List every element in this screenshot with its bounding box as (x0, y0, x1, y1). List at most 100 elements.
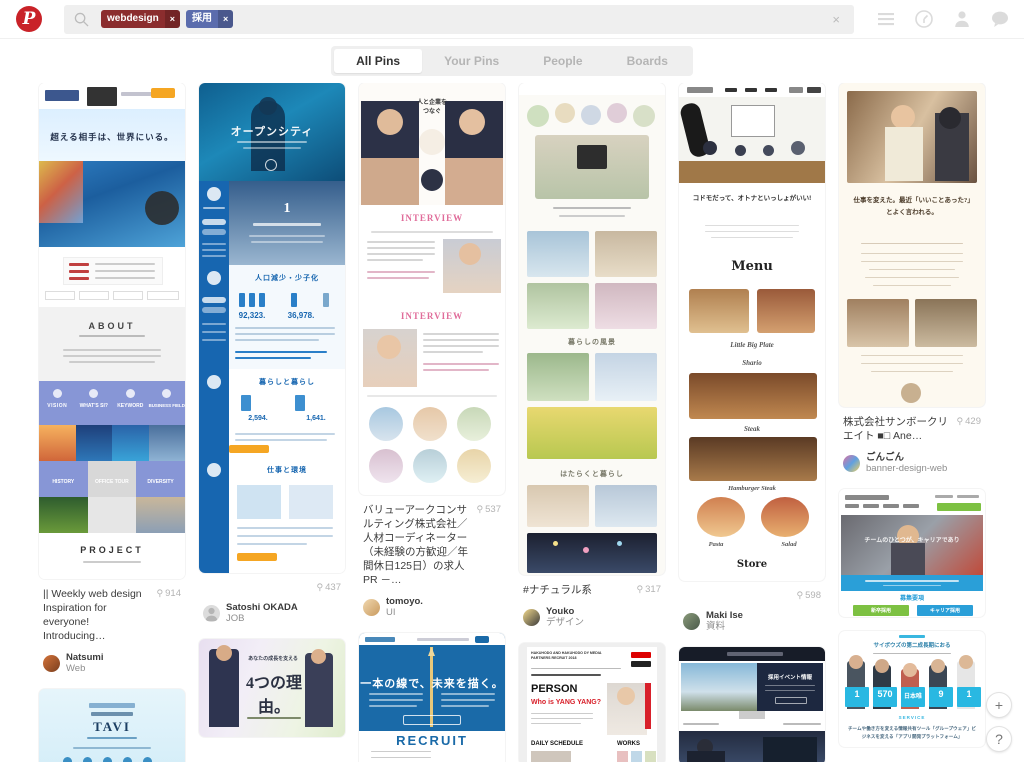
pin-user[interactable]: Satoshi OKADA JOB (203, 602, 341, 625)
pin-headline: 4つの理由。 (245, 675, 302, 716)
pin-section-label: 暮らしの風景 (568, 339, 616, 346)
brand-line: HAKUHODO AND HAKUHODO DY MEDIA PARTNERS … (531, 651, 602, 660)
pin-image[interactable]: 一本の線で、未来を描く。 RECRUIT (359, 633, 505, 762)
pin-column-2: オープンシティ 1 人口減少・少子化 92,323. 36,978. 暮らしと暮… (199, 83, 345, 751)
pin-section-label: 暮らしと暮らし (259, 379, 315, 386)
pin-user[interactable]: Youko デザイン (523, 606, 661, 629)
pin-image[interactable]: あなたの成長を支える 4つの理由。 (199, 639, 345, 737)
pin-user[interactable]: tomoyo. UI (363, 596, 501, 619)
tile-label-history: HISTORY (52, 479, 75, 485)
hamburger-menu-icon[interactable] (876, 9, 896, 29)
pin-headline: オープンシティ (230, 126, 314, 138)
search-tag-remove-icon[interactable]: × (164, 10, 180, 28)
stat-number-3: 9 (938, 689, 944, 699)
compass-icon[interactable] (914, 9, 934, 29)
cta-label-1: キャリア採用 (929, 608, 960, 614)
pin-user-name: Natsumi (66, 652, 104, 663)
pin-card: あなたの成長を支える 4つの理由。 (199, 639, 345, 737)
pin-image[interactable]: 暮らしの風景 はたらくと暮らし (519, 83, 665, 575)
tab-all-pins[interactable]: All Pins (334, 49, 423, 73)
pin-section-label: Menu (731, 259, 773, 274)
pin-headline: コドモだって、オトナといっしょがいい! (692, 195, 812, 202)
pin-image[interactable]: サイボウズの第二成長期におる 1 570 日本唯 9 1 SERVICE チーム… (839, 631, 985, 747)
pin-user[interactable]: ごんごん banner-design-web (843, 452, 981, 475)
search-bar[interactable]: webdesign × 採用 × × (64, 4, 854, 34)
stat-number-1: 570 (877, 689, 893, 699)
pin-meta: 株式会社サンボークリエイト ■□ Ane… ⚲ 429 ごんごん banner-… (839, 407, 985, 475)
repin-count: ⚲ 537 (477, 503, 501, 515)
repin-count-value: 437 (325, 582, 341, 593)
avatar (203, 605, 220, 622)
pin-user[interactable]: Maki Ise 資料 (683, 610, 821, 633)
tile-label-diversity: DIVERSITY (147, 479, 174, 485)
tile-label-keyword: KEYWORD (117, 403, 144, 409)
tab-your-pins[interactable]: Your Pins (422, 49, 521, 73)
menu-item-4: Pasta (708, 541, 724, 548)
pin-card: 採用イベント情報 (679, 647, 825, 762)
pin-section-label-2: はたらくと暮らし (560, 471, 624, 478)
repin-count-value: 598 (805, 590, 821, 601)
pushpin-icon: ⚲ (476, 504, 484, 514)
search-tag-1[interactable]: 採用 × (185, 10, 234, 28)
pin-column-6: 仕事を変えた。最近「いいことあった?」とよく言われる。 株式会社サンボークリエイ… (839, 83, 985, 761)
pin-board-name: 資料 (706, 621, 726, 632)
pin-headline: チームのひとつが、キャリアであり (864, 538, 960, 544)
profile-icon[interactable] (952, 9, 972, 29)
pin-title[interactable]: バリューアークコンサルティング株式会社／人材コーディネーター（未経験の方歓迎／年… (363, 503, 471, 587)
pin-column-4: 暮らしの風景 はたらくと暮らし #ナチュラル系 ⚲ 317 Youko デザイン… (519, 83, 665, 762)
pin-card: TAVI (39, 689, 185, 762)
pin-board-name: Web (66, 663, 86, 674)
pin-title[interactable]: 株式会社サンボークリエイト ■□ Ane… (843, 415, 951, 443)
tab-boards[interactable]: Boards (605, 49, 690, 73)
pin-section-label-2: INTERVIEW (400, 311, 464, 321)
pin-image[interactable]: 人と企業をつなぐ INTERVIEW INTERVIEW (359, 83, 505, 495)
pin-image[interactable]: 採用イベント情報 (679, 647, 825, 762)
search-tag-0[interactable]: webdesign × (101, 10, 180, 28)
help-button[interactable]: ? (986, 726, 1012, 752)
pin-card: HAKUHODO AND HAKUHODO DY MEDIA PARTNERS … (519, 643, 665, 762)
pin-card: 人と企業をつなぐ INTERVIEW INTERVIEW バリューアークコンサル… (359, 83, 505, 619)
pin-column-3: 人と企業をつなぐ INTERVIEW INTERVIEW バリューアークコンサル… (359, 83, 505, 762)
repin-count: ⚲ 437 (317, 581, 341, 593)
stat-value-1: 36,978. (287, 311, 315, 320)
pin-headline: TAVI (93, 719, 131, 734)
messages-icon[interactable] (990, 9, 1010, 29)
pin-user-name: Maki Ise (706, 610, 743, 621)
pin-headline: 採用イベント情報 (767, 675, 812, 681)
concept-movie-badge (145, 191, 179, 225)
avatar (523, 609, 540, 626)
pin-image[interactable]: HAKUHODO AND HAKUHODO DY MEDIA PARTNERS … (519, 643, 665, 762)
pin-image[interactable]: チームのひとつが、キャリアであり 募集要項 新卒採用 キャリア採用 (839, 489, 985, 617)
pin-image[interactable]: オープンシティ 1 人口減少・少子化 92,323. 36,978. 暮らしと暮… (199, 83, 345, 573)
stat-number-2: 日本唯 (903, 694, 922, 700)
search-icon (74, 12, 89, 27)
pin-image[interactable]: TAVI (39, 689, 185, 762)
pin-headline: 超える相手は、世界にいる。 (50, 132, 174, 142)
menu-item-1: Shario (742, 359, 762, 367)
pin-image[interactable]: コドモだって、オトナといっしょがいい! Menu Little Big Plat… (679, 83, 825, 581)
pin-image[interactable]: 超える相手は、世界にいる。 ABOUT VISION WHAT'S SI? KE… (39, 83, 185, 579)
pin-footer-text: チームや働き方を変える情報共有ツール「グループウェア」ビジネスを変える「アプリ開… (847, 726, 977, 739)
pushpin-icon: ⚲ (956, 416, 964, 426)
add-pin-button[interactable]: + (986, 692, 1012, 718)
tab-people[interactable]: People (521, 49, 604, 73)
pin-user-name: Satoshi OKADA (226, 602, 298, 613)
pin-section-label-2: 仕事と環境 (267, 467, 307, 474)
avatar (363, 599, 380, 616)
stat-extra-2: 1,641. (306, 415, 326, 422)
pin-section-label: DAILY SCHEDULE (531, 741, 584, 747)
search-tags: webdesign × 採用 × (101, 10, 826, 28)
pin-title[interactable]: || Weekly web design Inspiration for eve… (43, 587, 151, 643)
pin-section-label: 募集要項 (899, 596, 924, 602)
search-tag-remove-icon[interactable]: × (217, 10, 234, 28)
tile-label-vision: VISION (47, 403, 68, 409)
pin-title[interactable]: #ナチュラル系 (523, 583, 631, 597)
pinterest-logo[interactable]: P (16, 6, 42, 32)
pin-user-name: Youko (546, 606, 575, 617)
tile-label-whats: WHAT'S SI? (79, 403, 108, 409)
pin-board-name: デザイン (546, 617, 585, 628)
pin-image[interactable]: 仕事を変えた。最近「いいことあった?」とよく言われる。 (839, 83, 985, 407)
pin-user[interactable]: Natsumi Web (43, 652, 181, 675)
pin-grid: 超える相手は、世界にいる。 ABOUT VISION WHAT'S SI? KE… (0, 83, 1024, 762)
clear-search-icon[interactable]: × (826, 13, 846, 26)
